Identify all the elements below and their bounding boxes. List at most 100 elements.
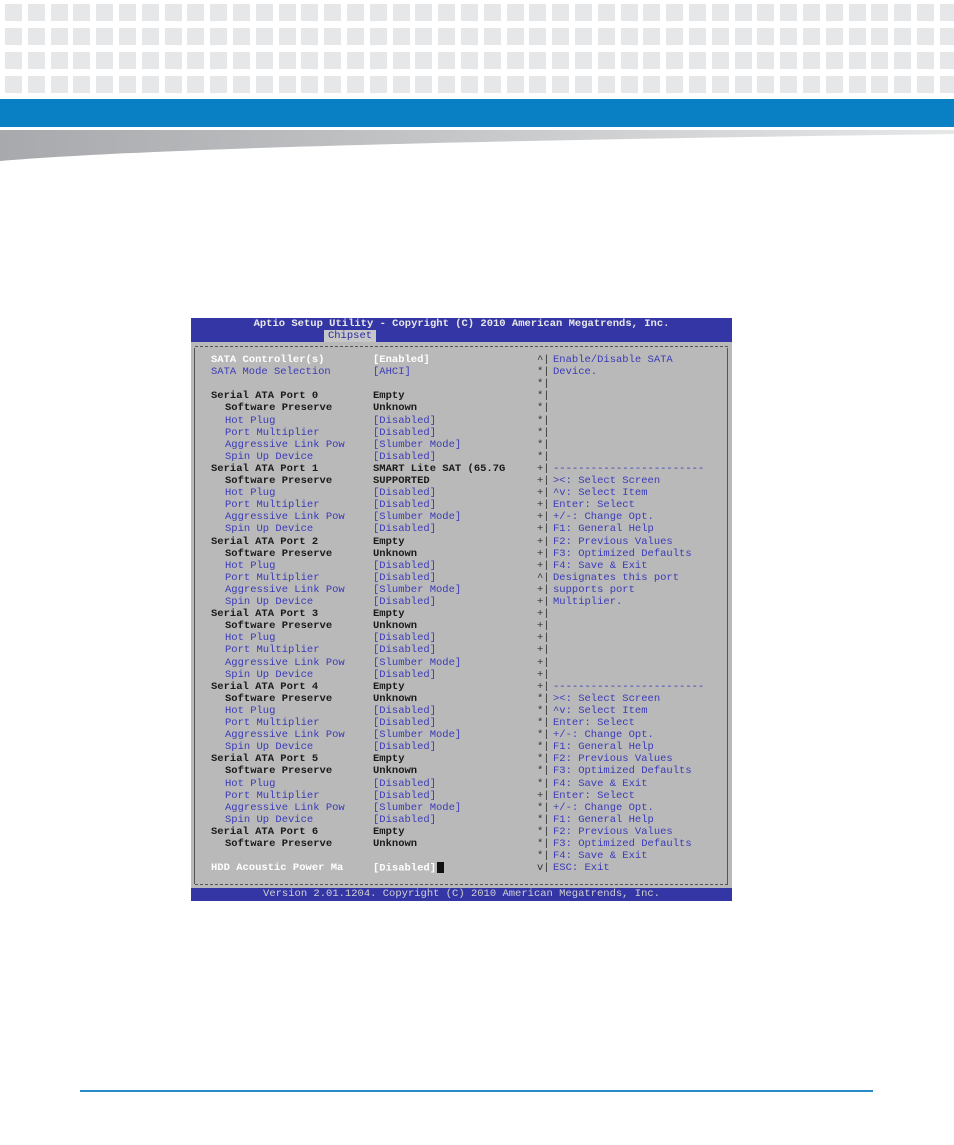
setting-value[interactable]: [Disabled] (373, 778, 436, 790)
scrollbar-mark[interactable]: +| (537, 790, 550, 802)
tab-chipset[interactable]: Chipset (324, 330, 376, 342)
setting-value[interactable]: [Slumber Mode] (373, 802, 461, 814)
scrollbar-mark[interactable]: +| (537, 681, 550, 693)
scrollbar-mark[interactable]: +| (537, 463, 550, 475)
setting-row[interactable]: Spin Up Device [Disabled] (191, 596, 732, 608)
setting-row[interactable]: Spin Up Device [Disabled] (191, 451, 732, 463)
scrollbar-mark[interactable]: +| (537, 620, 550, 632)
header-dot (894, 76, 912, 93)
scrollbar-mark[interactable]: *| (537, 753, 550, 765)
setting-value[interactable]: [Disabled] (373, 705, 436, 717)
scrollbar-mark[interactable]: +| (537, 548, 550, 560)
scrollbar-mark[interactable]: *| (537, 439, 550, 451)
setting-value[interactable]: [Slumber Mode] (373, 511, 461, 523)
scrollbar-mark[interactable]: +| (537, 669, 550, 681)
setting-row[interactable]: Hot Plug [Disabled] (191, 632, 732, 644)
setting-value[interactable]: [Disabled] (373, 451, 436, 463)
setting-row[interactable]: Port Multiplier [Disabled] (191, 790, 732, 802)
setting-row[interactable]: Port Multiplier [Disabled] (191, 717, 732, 729)
setting-value[interactable]: [Disabled] (373, 596, 436, 608)
setting-label: Serial ATA Port 3 (211, 608, 319, 621)
setting-row[interactable]: Port Multiplier [Disabled] (191, 499, 732, 511)
setting-value[interactable]: [Enabled] (373, 354, 430, 366)
setting-value[interactable]: [Disabled] (373, 741, 436, 753)
scrollbar-mark[interactable]: +| (537, 475, 550, 487)
scrollbar-mark[interactable]: *| (537, 826, 550, 838)
setting-row[interactable]: Hot Plug [Disabled] (191, 487, 732, 499)
scrollbar-mark[interactable]: *| (537, 717, 550, 729)
scrollbar-mark[interactable]: +| (537, 657, 550, 669)
scrollbar-mark[interactable]: *| (537, 802, 550, 814)
setting-row[interactable]: Aggressive Link Pow [Slumber Mode] (191, 657, 732, 669)
setting-row[interactable]: Port Multiplier [Disabled] (191, 427, 732, 439)
setting-value[interactable]: [Slumber Mode] (373, 729, 461, 741)
setting-value[interactable]: [Slumber Mode] (373, 439, 461, 451)
setting-value[interactable]: [Disabled] (373, 523, 436, 535)
scrollbar-mark[interactable]: *| (537, 415, 550, 427)
scrollbar-mark[interactable]: +| (537, 523, 550, 535)
scrollbar-mark[interactable]: *| (537, 838, 550, 850)
setting-row[interactable]: Hot Plug [Disabled] (191, 778, 732, 790)
setting-value[interactable]: [Disabled] (373, 427, 436, 439)
setting-value[interactable]: [Slumber Mode] (373, 657, 461, 669)
help-line: +/-: Change Opt. (553, 729, 654, 742)
setting-label: Hot Plug (225, 487, 276, 500)
scrollbar-mark[interactable]: +| (537, 608, 550, 620)
scrollbar-mark[interactable]: +| (537, 560, 550, 572)
setting-value[interactable]: [Disabled] (373, 499, 436, 511)
scrollbar-mark[interactable]: *| (537, 366, 550, 378)
scrollbar-mark[interactable]: +| (537, 596, 550, 608)
setting-row[interactable]: Aggressive Link Pow [Slumber Mode] (191, 439, 732, 451)
scrollbar-mark[interactable]: ^| (537, 572, 550, 584)
setting-row[interactable]: Port Multiplier [Disabled] (191, 644, 732, 656)
scrollbar-mark[interactable]: *| (537, 390, 550, 402)
setting-value[interactable]: [Disabled] (373, 862, 445, 874)
header-dot (597, 76, 615, 93)
setting-value[interactable]: [Disabled] (373, 814, 436, 826)
scrollbar-mark[interactable]: *| (537, 451, 550, 463)
setting-value[interactable]: [Slumber Mode] (373, 584, 461, 596)
setting-value[interactable]: [Disabled] (373, 415, 436, 427)
setting-row[interactable]: Hot Plug [Disabled] (191, 415, 732, 427)
header-dot (483, 28, 501, 45)
header-dot (141, 4, 159, 21)
scrollbar-mark[interactable]: +| (537, 511, 550, 523)
header-dot (278, 4, 296, 21)
scrollbar-mark[interactable]: +| (537, 644, 550, 656)
scrollbar-mark[interactable]: *| (537, 705, 550, 717)
scrollbar-mark[interactable]: *| (537, 427, 550, 439)
scrollbar-mark[interactable]: *| (537, 741, 550, 753)
header-dot (96, 76, 114, 93)
setting-value[interactable]: [Disabled] (373, 644, 436, 656)
setting-label: Port Multiplier (225, 571, 320, 584)
setting-row[interactable]: HDD Acoustic Power Ma [Disabled] (191, 862, 732, 874)
scrollbar-mark[interactable]: v| (537, 862, 550, 874)
scrollbar-mark[interactable]: ^| (537, 354, 550, 366)
setting-value[interactable]: [Disabled] (373, 632, 436, 644)
scrollbar-mark[interactable]: *| (537, 850, 550, 862)
setting-value[interactable]: [Disabled] (373, 487, 436, 499)
scrollbar-mark[interactable]: +| (537, 584, 550, 596)
setting-value[interactable]: [Disabled] (373, 572, 436, 584)
setting-row[interactable]: Spin Up Device [Disabled] (191, 669, 732, 681)
scrollbar-mark[interactable]: *| (537, 778, 550, 790)
scrollbar-mark[interactable]: *| (537, 729, 550, 741)
scrollbar-mark[interactable]: +| (537, 499, 550, 511)
setting-row[interactable]: Hot Plug [Disabled] (191, 560, 732, 572)
scrollbar-mark[interactable]: *| (537, 814, 550, 826)
setting-value[interactable]: [Disabled] (373, 717, 436, 729)
scrollbar-mark[interactable]: +| (537, 536, 550, 548)
setting-value[interactable]: [Disabled] (373, 560, 436, 572)
setting-value[interactable]: [Disabled] (373, 669, 436, 681)
setting-row[interactable]: SATA Mode Selection [AHCI] (191, 366, 732, 378)
setting-value[interactable]: [Disabled] (373, 790, 436, 802)
scrollbar-mark[interactable]: *| (537, 402, 550, 414)
setting-value[interactable]: [AHCI] (373, 366, 411, 378)
setting-row[interactable]: Hot Plug [Disabled] (191, 705, 732, 717)
scrollbar-mark[interactable]: +| (537, 487, 550, 499)
scrollbar-mark[interactable]: *| (537, 765, 550, 777)
scrollbar-mark[interactable]: *| (537, 378, 550, 390)
scrollbar-mark[interactable]: +| (537, 632, 550, 644)
scrollbar-mark[interactable]: *| (537, 693, 550, 705)
setting-row[interactable]: Aggressive Link Pow [Slumber Mode] (191, 584, 732, 596)
